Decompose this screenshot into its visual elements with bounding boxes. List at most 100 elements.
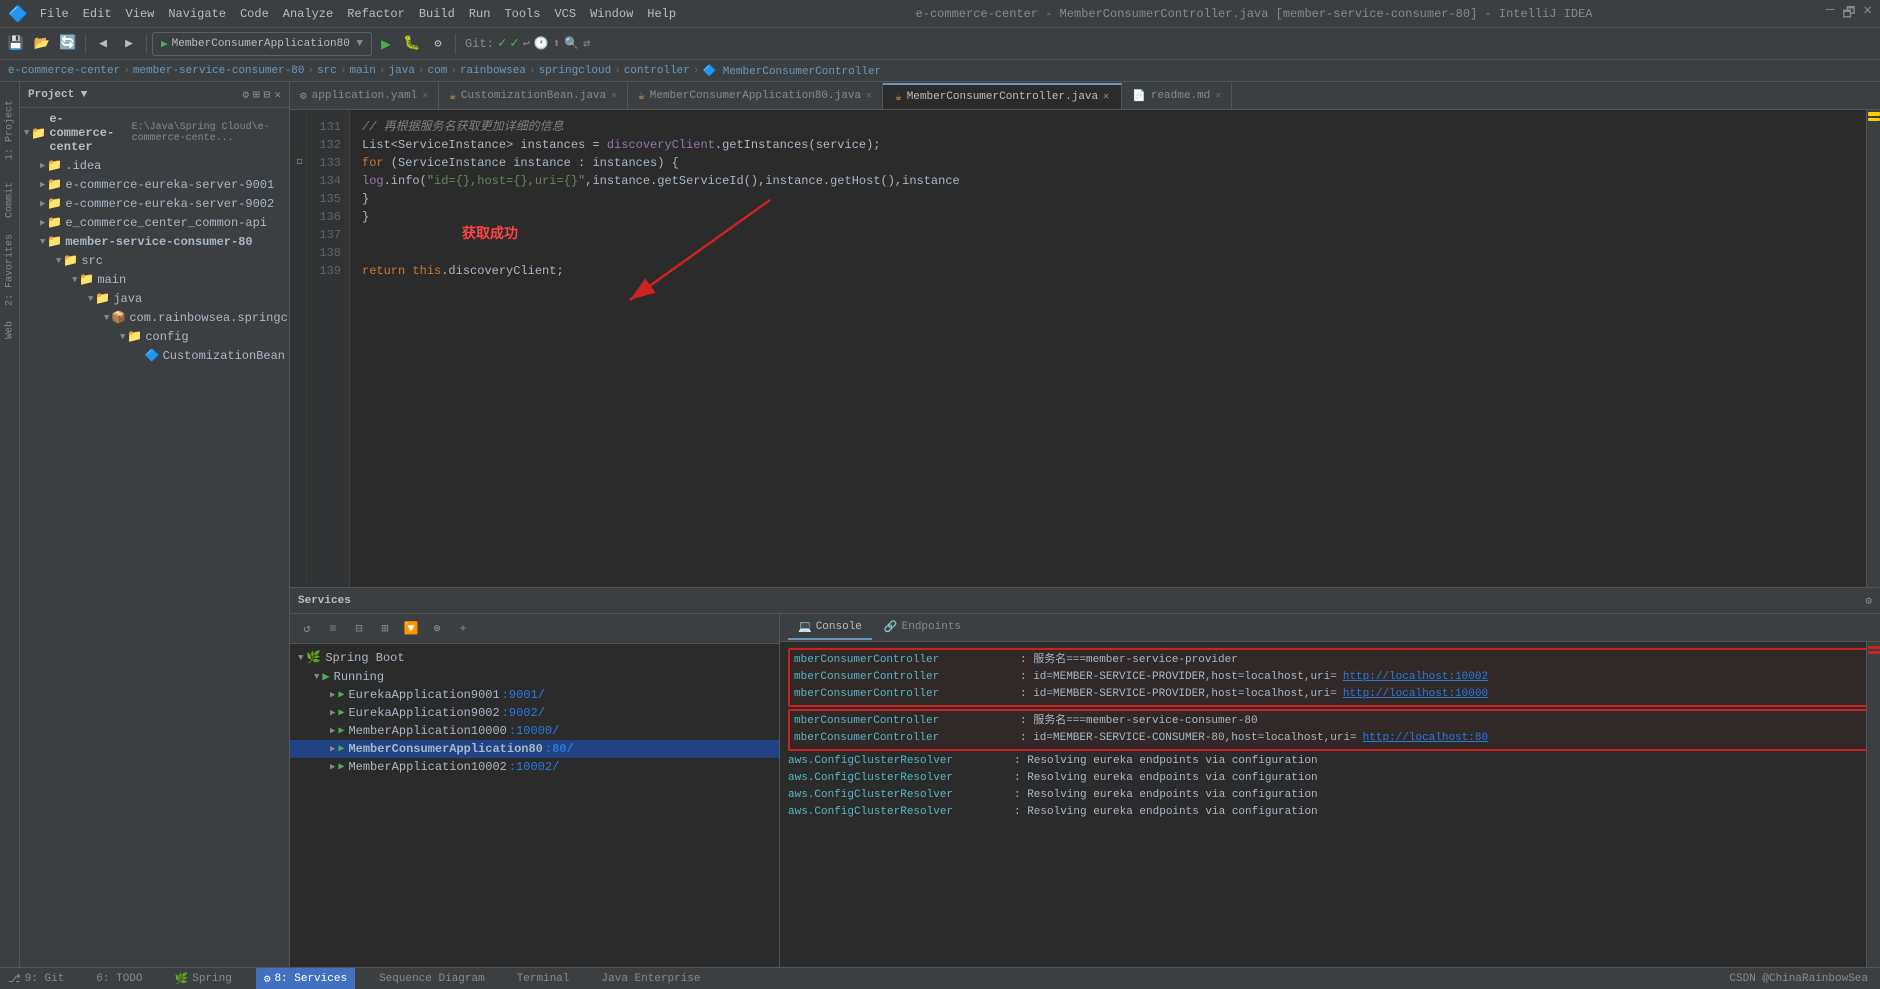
breadcrumb-item-6[interactable]: com [428,65,448,77]
close-tab-controller[interactable]: ✕ [1103,91,1109,103]
git-history-icon[interactable]: 🕐 [534,36,549,51]
code-editor[interactable]: ◻ 131 132 133 134 135 136 137 [290,110,1880,587]
sidebar-strip-commit[interactable]: Commit [0,170,20,230]
status-tab-todo[interactable]: 6: TODO [88,968,150,989]
menu-edit[interactable]: Edit [77,5,118,23]
menu-tools[interactable]: Tools [498,5,546,23]
services-gear-icon[interactable]: ⚙ [1865,594,1872,608]
svc-tree-springboot[interactable]: ▼ 🌿 Spring Boot [290,648,779,667]
tab-customization-bean[interactable]: ☕ CustomizationBean.java ✕ [439,83,628,109]
close-tab-yaml[interactable]: ✕ [422,90,428,102]
tree-item-src[interactable]: ▼ 📁 src [20,251,289,270]
services-filter-button[interactable]: 🔽 [400,618,422,640]
services-pin-button[interactable]: ⊛ [426,618,448,640]
breadcrumb-item-3[interactable]: src [317,65,337,77]
win-minimize-button[interactable]: — [1826,2,1834,26]
menu-vcs[interactable]: VCS [548,5,582,23]
svc-tree-member10002[interactable]: ▶ ▶ MemberApplication10002 :10002/ [290,758,779,776]
breadcrumb-item-4[interactable]: main [350,65,376,77]
tree-item-java[interactable]: ▼ 📁 java [20,289,289,308]
forward-button[interactable]: ▶ [117,32,141,56]
menu-build[interactable]: Build [413,5,461,23]
breadcrumb-item-10[interactable]: 🔷 MemberConsumerController [702,64,881,78]
status-tab-java-enterprise[interactable]: Java Enterprise [594,968,709,989]
project-selector[interactable]: ▶ MemberConsumerApplication80 ▼ [152,32,372,56]
run-coverage-button[interactable]: ⚙ [426,32,450,56]
tab-application-yaml[interactable]: ⚙ application.yaml ✕ [290,83,439,109]
git-push-icon[interactable]: ⬆ [553,36,560,51]
svc-tree-eureka9001[interactable]: ▶ ▶ EurekaApplication9001 :9001/ [290,686,779,704]
status-tab-sequence[interactable]: Sequence Diagram [371,968,493,989]
sync-button[interactable]: 🔄 [56,32,80,56]
menu-view[interactable]: View [120,5,161,23]
code-content[interactable]: // 再根据服务名获取更加详细的信息 List<ServiceInstance>… [350,110,1866,587]
tree-item-eureka9002[interactable]: ▶ 📁 e-commerce-eureka-server-9002 [20,194,289,213]
sidebar-strip-favorites[interactable]: 2: Favorites [0,230,20,310]
services-group-button[interactable]: ≡ [322,618,344,640]
breadcrumb-item-2[interactable]: member-service-consumer-80 [133,65,305,77]
breadcrumb-item-1[interactable]: e-commerce-center [8,65,120,77]
tree-item-eureka9001[interactable]: ▶ 📁 e-commerce-eureka-server-9001 [20,175,289,194]
svc-port-consumer80[interactable]: :80/ [545,742,574,756]
menu-refactor[interactable]: Refactor [341,5,411,23]
console-link-1[interactable]: http://localhost:10002 [1343,669,1488,686]
services-refresh-button[interactable]: ↺ [296,618,318,640]
close-tab-app[interactable]: ✕ [866,90,872,102]
sidebar-strip-web[interactable]: Web [0,310,20,350]
run-button[interactable]: ▶ [374,32,398,56]
breadcrumb-item-7[interactable]: rainbowsea [460,65,526,77]
tree-item-consumer80[interactable]: ▼ 📁 member-service-consumer-80 [20,232,289,251]
services-layout-button[interactable]: ⊞ [374,618,396,640]
tree-item-customization[interactable]: 🔷 CustomizationBean [20,346,289,365]
services-add-button[interactable]: + [452,618,474,640]
svc-port-member10002[interactable]: :10002/ [509,760,559,774]
services-collapse-button[interactable]: ⊟ [348,618,370,640]
menu-window[interactable]: Window [584,5,639,23]
menu-help[interactable]: Help [641,5,682,23]
new-file-button[interactable]: 💾 [4,32,28,56]
status-tab-spring[interactable]: 🌿 Spring [167,968,240,989]
project-collapse-icon[interactable]: ⊟ [264,88,271,102]
menu-file[interactable]: File [34,5,75,23]
console-output[interactable]: mberConsumerController : 服务名===member-se… [780,642,1880,967]
console-link-3[interactable]: http://localhost:80 [1363,730,1488,747]
svc-tree-eureka9002[interactable]: ▶ ▶ EurekaApplication9002 :9002/ [290,704,779,722]
status-tab-terminal[interactable]: Terminal [509,968,578,989]
menu-code[interactable]: Code [234,5,275,23]
tree-item-config[interactable]: ▼ 📁 config [20,327,289,346]
back-button[interactable]: ◀ [91,32,115,56]
tree-item-common-api[interactable]: ▶ 📁 e_commerce_center_common-api [20,213,289,232]
tree-root[interactable]: ▼ 📁 e-commerce-center E:\Java\Spring Clo… [20,110,289,156]
tree-item-package[interactable]: ▼ 📦 com.rainbowsea.springcloud [20,308,289,327]
breadcrumb-item-8[interactable]: springcloud [539,65,612,77]
win-close-button[interactable]: ✕ [1864,2,1872,26]
svc-tree-member10000[interactable]: ▶ ▶ MemberApplication10000 :10000/ [290,722,779,740]
search-everywhere-icon[interactable]: 🔍 [564,36,579,51]
console-link-2[interactable]: http://localhost:10000 [1343,686,1488,703]
project-expand-icon[interactable]: ⊞ [253,88,260,102]
project-gear-icon[interactable]: ⚙ [243,88,250,102]
breadcrumb-item-5[interactable]: java [389,65,415,77]
git-check-icon[interactable]: ✓ [498,35,506,52]
open-button[interactable]: 📂 [30,32,54,56]
close-tab-customization[interactable]: ✕ [611,90,617,102]
menu-navigate[interactable]: Navigate [162,5,232,23]
svc-port-member10000[interactable]: :10000/ [509,724,559,738]
status-tab-git[interactable]: ⎇ 9: Git [0,968,72,989]
tab-readme[interactable]: 📄 readme.md ✕ [1122,83,1232,109]
translate-icon[interactable]: ⇄ [583,36,590,51]
breadcrumb-item-9[interactable]: controller [624,65,690,77]
tree-item-main[interactable]: ▼ 📁 main [20,270,289,289]
win-maximize-button[interactable]: 🗗 [1842,2,1855,26]
project-close-icon[interactable]: ✕ [274,88,281,102]
tab-member-consumer-controller[interactable]: ☕ MemberConsumerController.java ✕ [883,83,1122,109]
svc-port-eureka9002[interactable]: :9002/ [502,706,545,720]
console-tab-console[interactable]: 💻 Console [788,616,872,640]
tab-member-consumer-app[interactable]: ☕ MemberConsumerApplication80.java ✕ [628,83,883,109]
git-undo-icon[interactable]: ↩ [523,36,530,51]
svc-tree-running[interactable]: ▼ ▶ Running [290,667,779,686]
sidebar-strip-project[interactable]: 1: Project [0,90,20,170]
svc-tree-consumer80[interactable]: ▶ ▶ MemberConsumerApplication80 :80/ [290,740,779,758]
console-tab-endpoints[interactable]: 🔗 Endpoints [874,616,971,640]
tree-item-idea[interactable]: ▶ 📁 .idea [20,156,289,175]
